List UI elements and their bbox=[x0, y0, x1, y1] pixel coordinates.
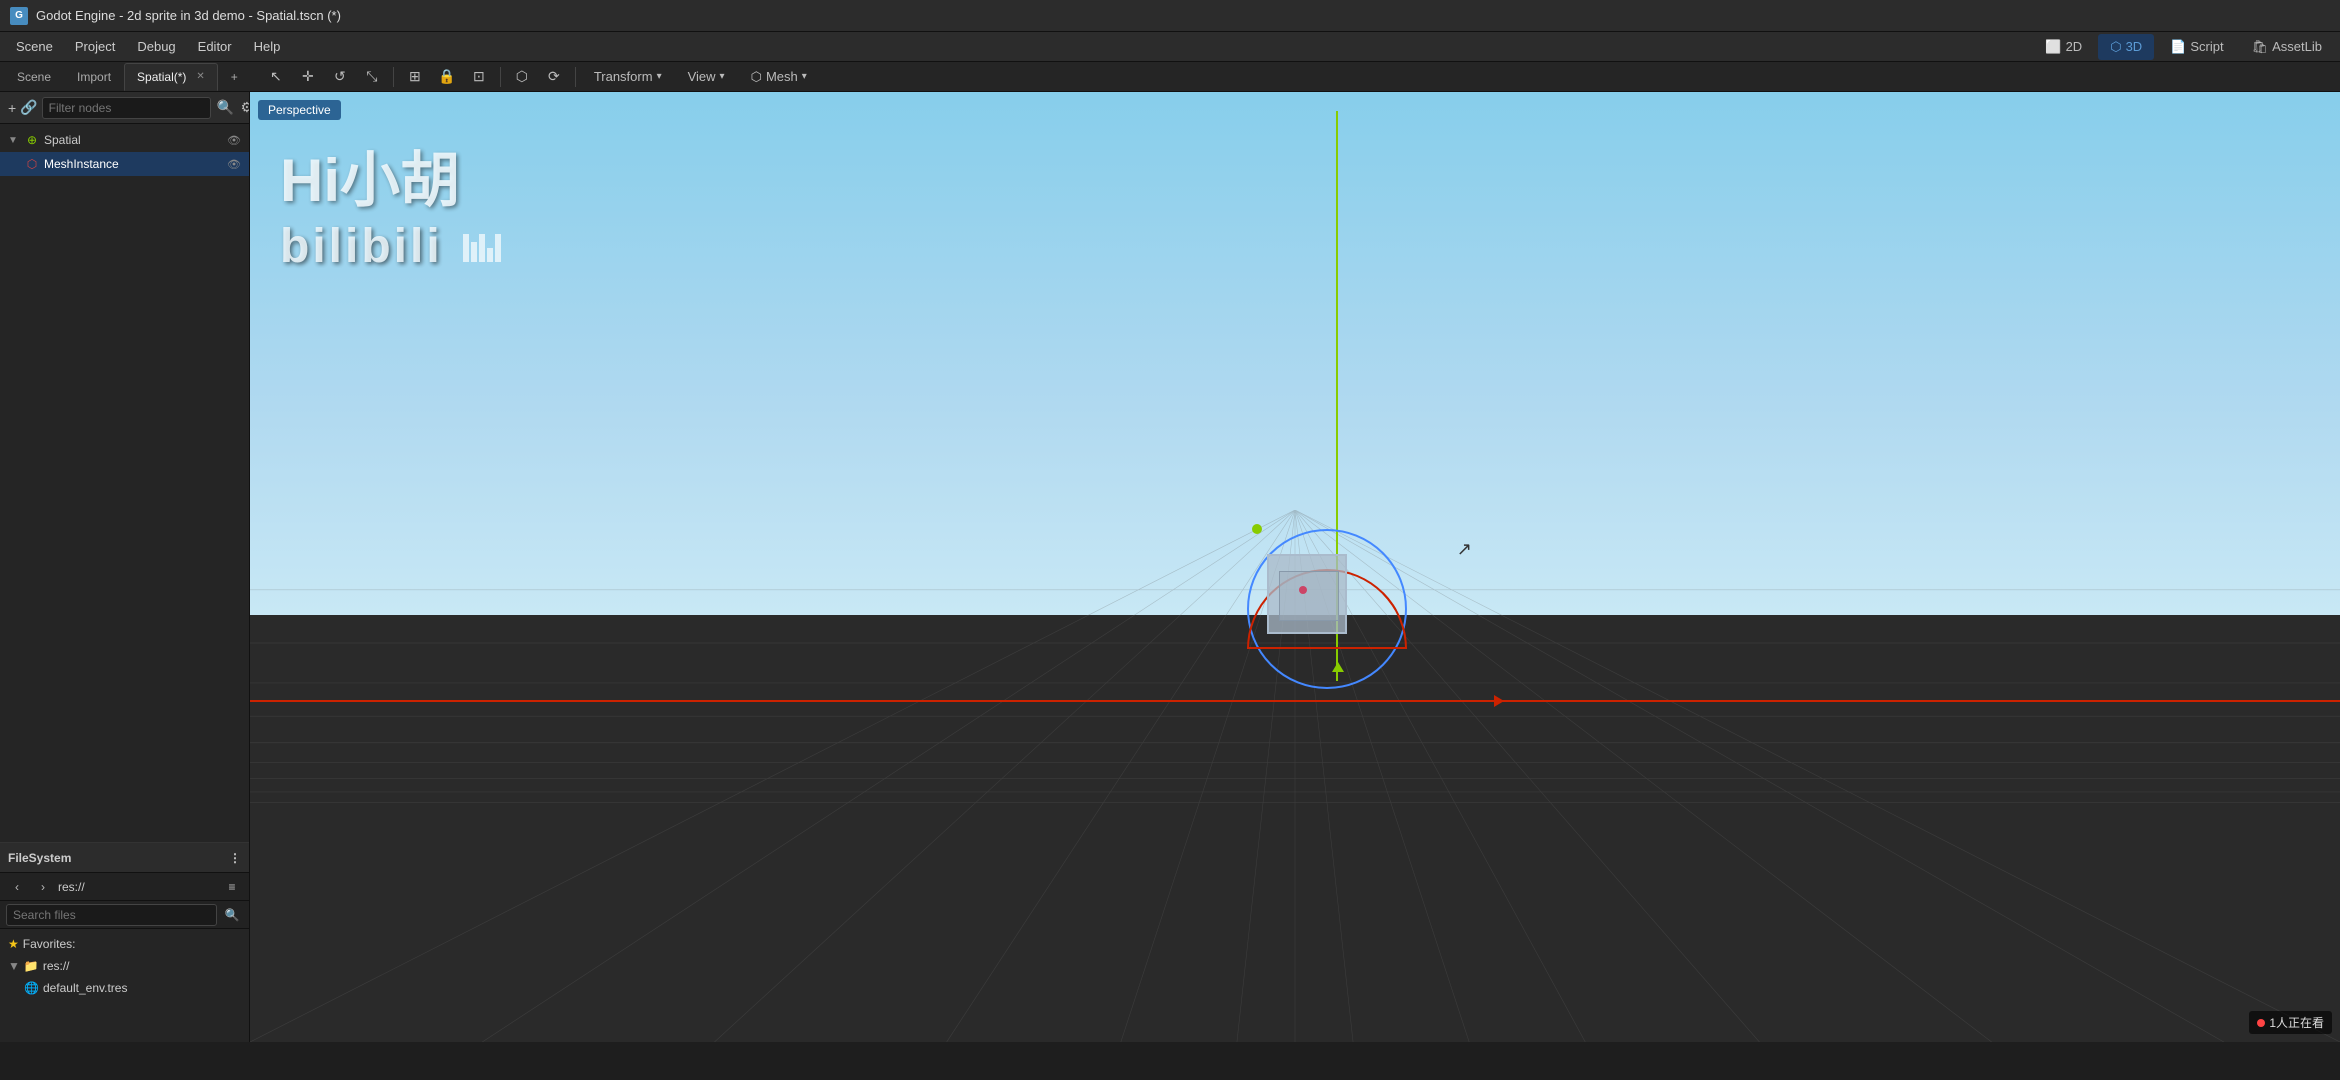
fs-default-env[interactable]: 🌐 default_env.tres bbox=[0, 977, 249, 999]
viewport-canvas[interactable]: Perspective bbox=[250, 92, 2340, 1042]
live-count-text: 1人正在看 bbox=[2269, 1014, 2324, 1031]
filter-nodes-input[interactable] bbox=[42, 97, 211, 119]
node-label-spatial: Spatial bbox=[44, 133, 81, 147]
reset-button[interactable]: ⟳ bbox=[539, 63, 569, 91]
chevron-down-icon: ▾ bbox=[720, 71, 725, 82]
window-title: Godot Engine - 2d sprite in 3d demo - Sp… bbox=[36, 8, 341, 23]
menu-scene[interactable]: Scene bbox=[6, 35, 63, 58]
fs-favorites: ★ Favorites: bbox=[0, 933, 249, 955]
tabs-bar: Scene Import Spatial(*) ✕ + ↖ ✛ ↺ ⤡ ⊞ 🔒 … bbox=[0, 62, 2340, 92]
toolbar-separator-2 bbox=[500, 67, 501, 87]
tab-import[interactable]: Import bbox=[64, 63, 124, 91]
filesystem-title: FileSystem bbox=[8, 851, 71, 865]
filesystem-section: FileSystem ⋮ ‹ › res:// ≡ 🔍 ★ Favorites: bbox=[0, 842, 249, 1042]
main-layout: + 🔗 🔍 ⚙ ▼ ⊕ Spatial 👁 ⬡ bbox=[0, 92, 2340, 1042]
left-panel: + 🔗 🔍 ⚙ ▼ ⊕ Spatial 👁 ⬡ bbox=[0, 92, 250, 1042]
filesystem-more-icon[interactable]: ⋮ bbox=[229, 851, 241, 865]
nav-forward-button[interactable]: › bbox=[32, 876, 54, 898]
close-icon[interactable]: ✕ bbox=[196, 71, 204, 82]
search-icon[interactable]: 🔍 bbox=[221, 904, 243, 926]
viewport: Perspective bbox=[250, 92, 2340, 1042]
chevron-down-icon-fs: ▼ bbox=[8, 959, 20, 973]
snap-button[interactable]: ⊞ bbox=[400, 63, 430, 91]
script-icon: 📄 bbox=[2170, 39, 2186, 55]
app-icon: G bbox=[10, 7, 28, 25]
expand-icon: ▼ bbox=[8, 135, 20, 146]
script-button[interactable]: 📄 Script bbox=[2158, 34, 2235, 60]
toolbar-separator-3 bbox=[575, 67, 576, 87]
chevron-down-icon: ▾ bbox=[657, 71, 662, 82]
cursor-tool-button[interactable]: ↖ bbox=[261, 63, 291, 91]
assetlib-button[interactable]: 🛍 AssetLib bbox=[2240, 34, 2334, 60]
watermark-overlay: Hi小胡 bilibili bbox=[280, 132, 501, 274]
folder-icon: 📁 bbox=[24, 959, 39, 973]
view-3d-icon: ⬡ bbox=[2110, 39, 2121, 55]
watermark-text-line1: Hi小胡 bbox=[280, 132, 501, 219]
chevron-down-icon: ▾ bbox=[802, 71, 807, 82]
menu-bar: Scene Project Debug Editor Help ⬜ 2D ⬡ 3… bbox=[0, 32, 2340, 62]
filesystem-path: res:// bbox=[58, 880, 217, 894]
search-bar: 🔍 bbox=[0, 901, 249, 929]
visibility-icon-mesh[interactable]: 👁 bbox=[227, 158, 241, 171]
gizmo-green-handle[interactable] bbox=[1252, 524, 1262, 534]
cursor-pointer: ↗ bbox=[1457, 539, 1472, 560]
menu-editor[interactable]: Editor bbox=[188, 35, 242, 58]
mesh-button[interactable]: ⬡ Mesh ▾ bbox=[739, 64, 819, 90]
tab-spatial[interactable]: Spatial(*) ✕ bbox=[124, 63, 218, 91]
tree-node-spatial[interactable]: ▼ ⊕ Spatial 👁 bbox=[0, 128, 249, 152]
view-2d-icon: ⬜ bbox=[2045, 39, 2061, 55]
mesh-node-icon: ⬡ bbox=[24, 156, 40, 172]
node-label-meshinstance: MeshInstance bbox=[44, 157, 119, 171]
transform-button[interactable]: Transform ▾ bbox=[582, 64, 674, 90]
tab-add[interactable]: + bbox=[218, 63, 251, 91]
title-bar: G Godot Engine - 2d sprite in 3d demo - … bbox=[0, 0, 2340, 32]
tab-scene[interactable]: Scene bbox=[4, 63, 64, 91]
group-button[interactable]: ⊡ bbox=[464, 63, 494, 91]
watermark-text-line2: bilibili bbox=[280, 219, 501, 274]
menu-debug[interactable]: Debug bbox=[127, 35, 185, 58]
toolbar-separator-1 bbox=[393, 67, 394, 87]
scene-tree: ▼ ⊕ Spatial 👁 ⬡ MeshInstance 👁 bbox=[0, 124, 249, 842]
add-node-button[interactable]: + bbox=[8, 97, 16, 119]
assetlib-icon: 🛍 bbox=[2252, 39, 2269, 55]
filter-search-icon[interactable]: 🔍 bbox=[215, 97, 237, 119]
live-indicator-dot bbox=[2257, 1019, 2265, 1027]
tree-node-meshinstance[interactable]: ⬡ MeshInstance 👁 bbox=[0, 152, 249, 176]
visibility-icon[interactable]: 👁 bbox=[227, 134, 241, 147]
live-viewer-badge: 1人正在看 bbox=[2249, 1011, 2332, 1034]
x-axis-arrow bbox=[1494, 695, 1504, 707]
menu-help[interactable]: Help bbox=[244, 35, 291, 58]
link-button[interactable]: 🔗 bbox=[20, 97, 37, 119]
tres-file-icon: 🌐 bbox=[24, 981, 39, 995]
move-tool-button[interactable]: ✛ bbox=[293, 63, 323, 91]
filesystem-menu-icon[interactable]: ≡ bbox=[221, 876, 243, 898]
search-files-input[interactable] bbox=[6, 904, 217, 926]
nav-back-button[interactable]: ‹ bbox=[6, 876, 28, 898]
spatial-node-icon: ⊕ bbox=[24, 132, 40, 148]
local-button[interactable]: ⬡ bbox=[507, 63, 537, 91]
scale-tool-button[interactable]: ⤡ bbox=[357, 63, 387, 91]
scene-header: + 🔗 🔍 ⚙ bbox=[0, 92, 249, 124]
filesystem-header: FileSystem ⋮ bbox=[0, 843, 249, 873]
lock-button[interactable]: 🔒 bbox=[432, 63, 462, 91]
fs-res-folder[interactable]: ▼ 📁 res:// bbox=[0, 955, 249, 977]
x-axis-line bbox=[250, 700, 2340, 702]
perspective-label[interactable]: Perspective bbox=[258, 100, 341, 120]
filesystem-tree: ★ Favorites: ▼ 📁 res:// 🌐 default_env.tr… bbox=[0, 929, 249, 1042]
filesystem-nav: ‹ › res:// ≡ bbox=[0, 873, 249, 901]
menu-project[interactable]: Project bbox=[65, 35, 125, 58]
rotate-tool-button[interactable]: ↺ bbox=[325, 63, 355, 91]
star-icon: ★ bbox=[8, 937, 19, 951]
mesh-box bbox=[1267, 554, 1347, 634]
scene-settings-icon[interactable]: ⚙ bbox=[241, 97, 249, 119]
mesh-icon: ⬡ bbox=[751, 69, 762, 85]
view-button[interactable]: View ▾ bbox=[676, 64, 737, 90]
mode-3d-button[interactable]: ⬡ 3D bbox=[2098, 34, 2154, 60]
scene-section: + 🔗 🔍 ⚙ ▼ ⊕ Spatial 👁 ⬡ bbox=[0, 92, 249, 842]
mode-2d-button[interactable]: ⬜ 2D bbox=[2033, 34, 2094, 60]
